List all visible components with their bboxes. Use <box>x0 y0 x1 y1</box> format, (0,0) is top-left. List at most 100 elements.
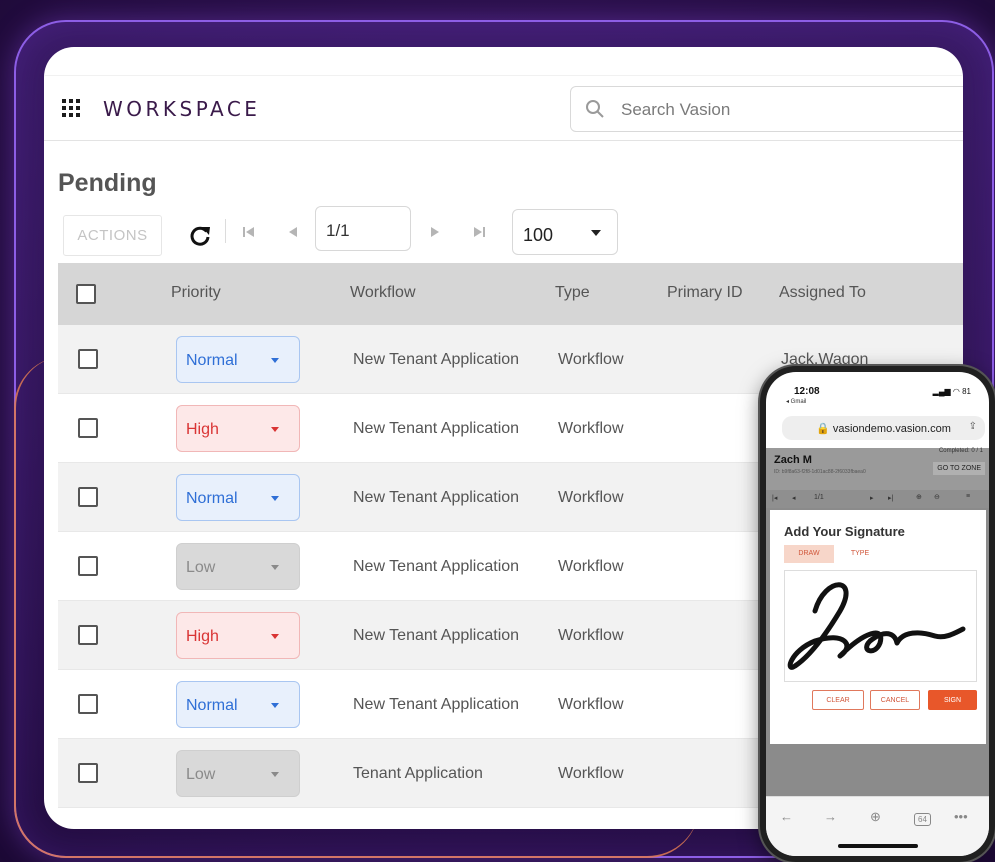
next-page-icon[interactable]: ▸ <box>870 494 874 502</box>
phone-back-app[interactable]: ◂ Gmail <box>786 398 806 405</box>
phone-screen: 12:08 ◂ Gmail ▂▄▆ ◠ 81 🔒 vasiondemo.vasi… <box>766 372 989 856</box>
workflow-cell: New Tenant Application <box>353 489 520 506</box>
column-header-assigned-to[interactable]: Assigned To <box>779 284 866 302</box>
table-header: Priority Workflow Type Primary ID Assign… <box>58 263 963 325</box>
tab-type[interactable]: TYPE <box>844 545 876 563</box>
workflow-cell: New Tenant Application <box>353 351 520 368</box>
clear-button[interactable]: CLEAR <box>812 690 864 710</box>
priority-value: Low <box>186 559 216 576</box>
signal-icon: ▂▄▆ <box>932 387 951 396</box>
type-cell: Workflow <box>558 420 624 437</box>
column-header-type[interactable]: Type <box>555 284 590 302</box>
priority-select[interactable]: Normal <box>176 336 300 383</box>
priority-select[interactable]: Normal <box>176 681 300 728</box>
go-to-zone-button[interactable]: GO TO ZONE <box>933 462 985 475</box>
type-cell: Workflow <box>558 696 624 713</box>
rows-per-page-select[interactable]: 100 <box>512 209 618 255</box>
search-box[interactable] <box>570 86 963 132</box>
search-input[interactable] <box>621 99 951 121</box>
actions-button[interactable]: ACTIONS <box>63 215 162 256</box>
priority-select[interactable]: Low <box>176 543 300 590</box>
sign-button[interactable]: SIGN <box>928 690 977 710</box>
row-checkbox[interactable] <box>78 487 98 507</box>
last-page-icon[interactable]: ▸| <box>888 494 893 502</box>
row-checkbox[interactable] <box>78 763 98 783</box>
priority-value: Normal <box>186 490 238 507</box>
next-page-icon[interactable] <box>426 223 444 241</box>
caret-down-icon <box>271 772 279 777</box>
completed-count: Completed: 0 / 1 <box>938 448 983 454</box>
type-cell: Workflow <box>558 558 624 575</box>
priority-select[interactable]: High <box>176 405 300 452</box>
signature-modal: Add Your Signature DRAW TYPE CLEAR CANCE… <box>770 510 986 744</box>
refresh-icon[interactable] <box>187 223 213 249</box>
priority-value: Normal <box>186 352 238 369</box>
cancel-button[interactable]: CANCEL <box>870 690 920 710</box>
new-tab-icon[interactable]: ⊕ <box>870 809 881 825</box>
priority-value: High <box>186 628 219 645</box>
caret-down-icon <box>271 358 279 363</box>
rows-per-page-value: 100 <box>523 225 554 245</box>
document-id: ID: b9f8a63-f2f8-1d01ac88-2f6033fbaea0 <box>774 469 866 475</box>
phone-url-bar[interactable]: 🔒 vasiondemo.vasion.com ⇪ <box>782 416 985 440</box>
phone-clock: 12:08 <box>794 386 820 397</box>
home-indicator <box>838 844 918 848</box>
type-cell: Workflow <box>558 489 624 506</box>
workflow-cell: Tenant Application <box>353 765 483 782</box>
previous-page-icon[interactable]: ◂ <box>792 494 796 502</box>
caret-down-icon <box>271 565 279 570</box>
caret-down-icon <box>271 634 279 639</box>
workflow-cell: New Tenant Application <box>353 696 520 713</box>
lock-icon: 🔒 <box>816 423 830 435</box>
row-checkbox[interactable] <box>78 556 98 576</box>
type-cell: Workflow <box>558 627 624 644</box>
previous-page-icon[interactable] <box>284 223 302 241</box>
page-number-input[interactable]: 1/1 <box>315 206 411 251</box>
signer-name: Zach M <box>774 454 812 466</box>
caret-down-icon <box>271 427 279 432</box>
menu-icon[interactable]: ≡ <box>966 493 970 500</box>
workflow-cell: New Tenant Application <box>353 558 520 575</box>
share-icon[interactable]: ⇪ <box>969 421 977 432</box>
phone-status-icons: ▂▄▆ ◠ 81 <box>933 387 971 396</box>
phone-mockup: 12:08 ◂ Gmail ▂▄▆ ◠ 81 🔒 vasiondemo.vasi… <box>760 366 995 862</box>
column-header-workflow[interactable]: Workflow <box>350 284 416 302</box>
column-header-priority[interactable]: Priority <box>171 284 221 302</box>
caret-down-icon <box>591 230 601 236</box>
battery-level: 81 <box>962 387 971 396</box>
caret-down-icon <box>271 703 279 708</box>
first-page-icon[interactable] <box>240 223 258 241</box>
signature-pad[interactable] <box>784 570 977 682</box>
handwritten-signature <box>787 582 966 670</box>
row-checkbox[interactable] <box>78 349 98 369</box>
phone-url: vasiondemo.vasion.com <box>832 423 951 435</box>
tab-draw[interactable]: DRAW <box>784 545 834 563</box>
priority-select[interactable]: Low <box>176 750 300 797</box>
first-page-icon[interactable]: |◂ <box>772 494 777 502</box>
priority-select[interactable]: Normal <box>176 474 300 521</box>
zoom-out-icon[interactable]: ⊖ <box>934 493 940 501</box>
row-checkbox[interactable] <box>78 694 98 714</box>
column-header-primary-id[interactable]: Primary ID <box>667 284 743 302</box>
priority-select[interactable]: High <box>176 612 300 659</box>
search-icon <box>586 100 604 118</box>
signature-modal-title: Add Your Signature <box>784 524 905 539</box>
browser-bottom-bar: ← → ⊕ 64 ••• <box>766 796 989 856</box>
app-grid-icon[interactable] <box>62 99 82 119</box>
select-all-checkbox[interactable] <box>76 284 96 304</box>
tab-count-badge[interactable]: 64 <box>914 813 931 826</box>
priority-value: Low <box>186 766 216 783</box>
row-checkbox[interactable] <box>78 625 98 645</box>
forward-arrow-icon[interactable]: → <box>824 809 837 824</box>
wifi-icon: ◠ <box>952 387 963 396</box>
page-title: Pending <box>58 169 157 197</box>
last-page-icon[interactable] <box>470 223 488 241</box>
more-icon[interactable]: ••• <box>954 809 968 824</box>
zoom-in-icon[interactable]: ⊕ <box>916 493 922 501</box>
back-arrow-icon[interactable]: ← <box>780 809 793 824</box>
row-checkbox[interactable] <box>78 418 98 438</box>
top-bar: WORKSPACE <box>44 75 963 141</box>
page-number[interactable]: 1/1 <box>814 494 824 501</box>
workflow-cell: New Tenant Application <box>353 420 520 437</box>
document-toolbar: |◂ ◂ 1/1 ▸ ▸| ⊕ ⊖ ≡ <box>766 490 989 508</box>
